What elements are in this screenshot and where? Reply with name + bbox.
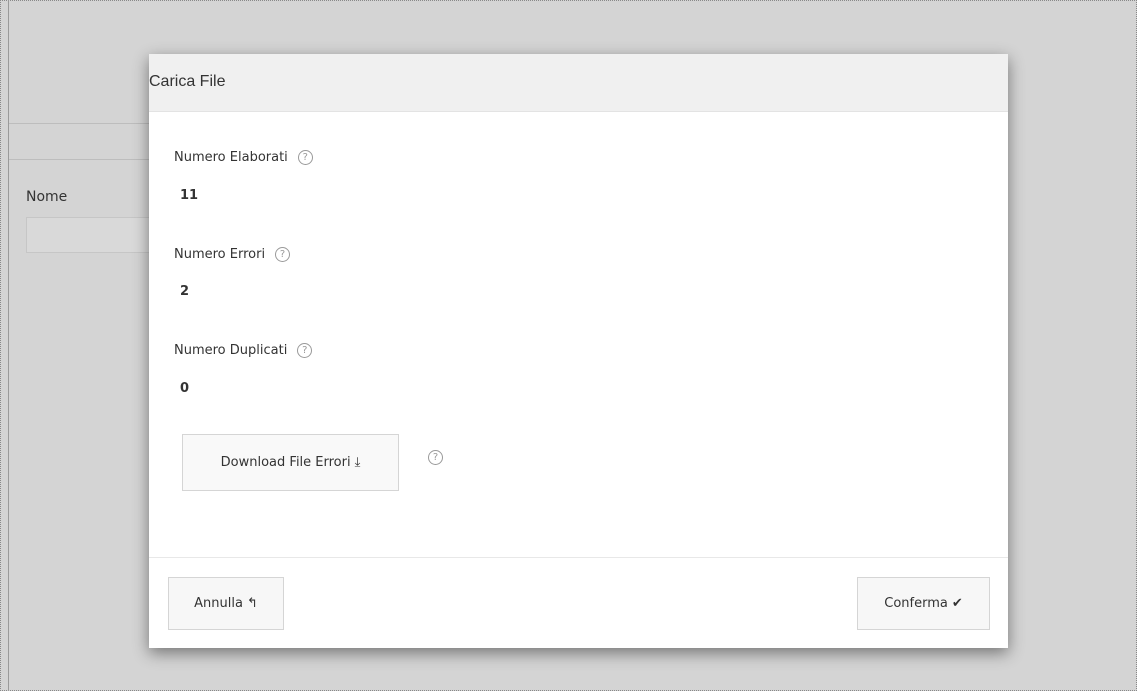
download-errors-file-label: Download File Errori [220, 455, 351, 470]
field-label-processed-text: Numero Elaborati [174, 150, 288, 165]
confirm-button-label: Conferma [884, 596, 948, 611]
field-label-duplicates: Numero Duplicati? [174, 343, 313, 358]
question-circle-icon[interactable]: ? [297, 343, 313, 358]
field-value-errors: 2 [180, 284, 190, 299]
background-name-input [26, 217, 166, 253]
modal-header: Carica File [149, 54, 1008, 112]
background-name-label: Nome [26, 189, 68, 205]
question-circle-icon[interactable]: ? [275, 247, 291, 262]
field-value-duplicates: 0 [180, 381, 190, 396]
field-label-errors-text: Numero Errori [174, 247, 266, 262]
confirm-button[interactable]: Conferma ✔ [857, 577, 990, 630]
field-label-errors: Numero Errori? [174, 247, 291, 262]
check-icon: ✔ [951, 596, 963, 611]
modal-title: Carica File [149, 73, 226, 90]
background-divider [9, 159, 169, 160]
modal-footer-divider [149, 557, 1008, 558]
page-left-border [8, 0, 9, 691]
field-value-processed: 11 [180, 188, 199, 203]
download-icon: ⤓ [354, 455, 361, 470]
cancel-button[interactable]: Annulla ↰ [168, 577, 284, 630]
download-errors-file-button[interactable]: Download File Errori ⤓ [182, 434, 399, 491]
cancel-button-label: Annulla [194, 596, 243, 611]
question-circle-icon[interactable]: ? [297, 150, 313, 165]
upload-file-modal: Carica File Numero Elaborati? 11 Numero … [149, 54, 1008, 648]
question-circle-icon[interactable]: ? [428, 450, 443, 465]
background-divider [9, 123, 169, 124]
reply-icon: ↰ [246, 596, 258, 611]
field-label-processed: Numero Elaborati? [174, 150, 313, 165]
field-label-duplicates-text: Numero Duplicati [174, 343, 288, 358]
